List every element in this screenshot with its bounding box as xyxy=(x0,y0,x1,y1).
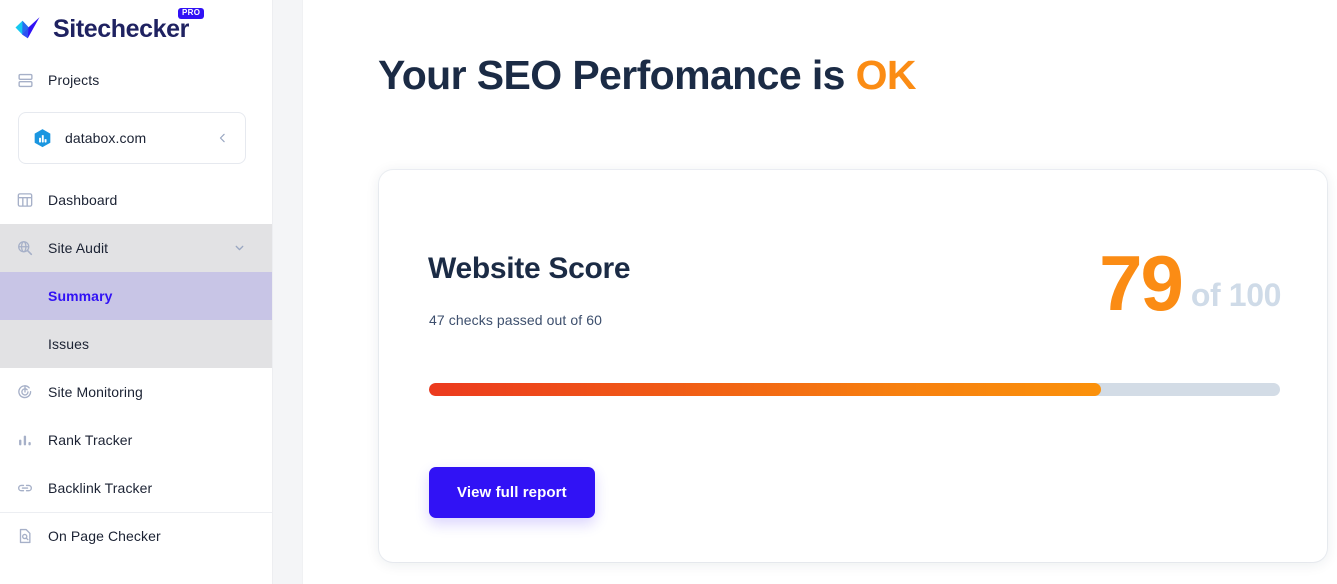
brand-logo[interactable]: Sitechecker PRO xyxy=(0,0,272,56)
website-score-card: Website Score 47 checks passed out of 60… xyxy=(379,170,1327,562)
website-score-progress-track xyxy=(429,383,1280,396)
site-monitoring-pulse-icon xyxy=(14,381,36,403)
sidebar-item-projects-label: Projects xyxy=(48,72,100,88)
sidebar-item-rank-tracker[interactable]: Rank Tracker xyxy=(0,416,272,464)
project-name: databox.com xyxy=(65,130,147,146)
website-score-title: Website Score xyxy=(428,252,631,285)
project-selector[interactable]: databox.com xyxy=(18,112,246,164)
backlink-chain-icon xyxy=(14,477,36,499)
sidebar-item-summary-label: Summary xyxy=(48,288,113,304)
sidebar-item-rank-tracker-label: Rank Tracker xyxy=(48,432,133,448)
sidebar-item-issues[interactable]: Issues xyxy=(0,320,272,368)
sidebar-item-summary[interactable]: Summary xyxy=(0,272,272,320)
sidebar-item-site-audit[interactable]: Site Audit xyxy=(0,224,272,272)
chevron-left-icon[interactable] xyxy=(216,132,229,145)
website-score-value-group: 79 of 100 xyxy=(1099,239,1281,327)
checkmark-logo-icon xyxy=(14,15,44,41)
brand-name: Sitechecker xyxy=(53,14,189,43)
sidebar-content-divider xyxy=(272,0,303,584)
projects-icon xyxy=(14,69,36,91)
databox-hexagon-icon xyxy=(31,127,53,149)
sidebar-item-issues-label: Issues xyxy=(48,336,90,352)
sidebar: Sitechecker PRO Projects databox.com Das… xyxy=(0,0,272,584)
page-title-prefix: Your SEO Perfomance is xyxy=(378,52,845,98)
site-audit-magnifier-icon xyxy=(14,237,36,259)
main-content: Your SEO Perfomance is OK Website Score … xyxy=(303,0,1337,584)
website-score-value: 79 xyxy=(1099,239,1184,327)
website-score-subtitle: 47 checks passed out of 60 xyxy=(429,312,603,328)
page-title-status: OK xyxy=(855,52,917,98)
sidebar-item-site-audit-label: Site Audit xyxy=(48,240,109,256)
page-title: Your SEO Perfomance is OK xyxy=(378,52,917,98)
sidebar-item-on-page-checker[interactable]: On Page Checker xyxy=(0,512,272,560)
sidebar-item-backlink-tracker[interactable]: Backlink Tracker xyxy=(0,464,272,512)
rank-tracker-bars-icon xyxy=(14,429,36,451)
sidebar-item-site-monitoring[interactable]: Site Monitoring xyxy=(0,368,272,416)
sidebar-item-on-page-checker-label: On Page Checker xyxy=(48,528,161,544)
view-full-report-button[interactable]: View full report xyxy=(429,467,595,518)
app-root: Sitechecker PRO Projects databox.com Das… xyxy=(0,0,1337,584)
sidebar-item-projects[interactable]: Projects xyxy=(0,56,272,104)
website-score-max: of 100 xyxy=(1190,277,1281,314)
on-page-checker-doc-icon xyxy=(14,525,36,547)
sidebar-item-site-monitoring-label: Site Monitoring xyxy=(48,384,143,400)
dashboard-grid-icon xyxy=(14,189,36,211)
chevron-down-icon[interactable] xyxy=(233,242,246,255)
website-score-progress-fill xyxy=(429,383,1102,396)
sidebar-item-dashboard-label: Dashboard xyxy=(48,192,118,208)
pro-badge: PRO xyxy=(178,8,205,19)
sidebar-item-backlink-tracker-label: Backlink Tracker xyxy=(48,480,153,496)
sidebar-item-dashboard[interactable]: Dashboard xyxy=(0,176,272,224)
